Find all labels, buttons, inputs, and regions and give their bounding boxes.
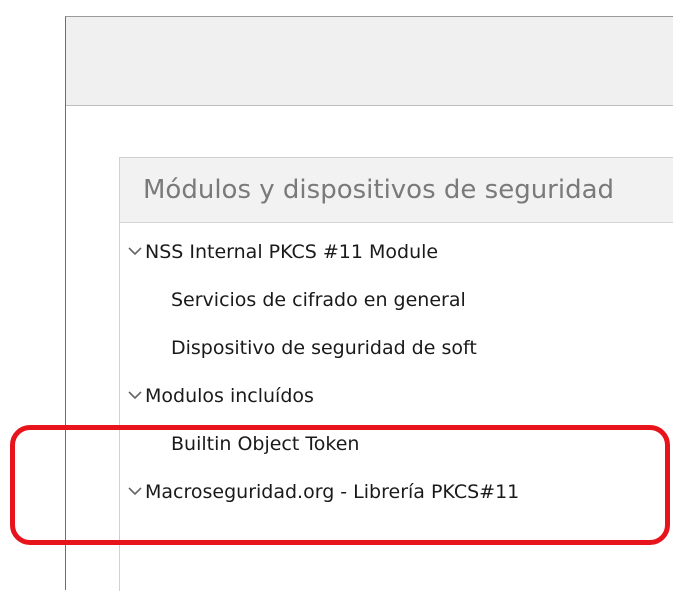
chevron-down-icon[interactable] [126,386,144,404]
tree-item-label: Modulos incluídos [145,385,314,407]
chevron-down-icon[interactable] [126,482,144,500]
tree-item-software-security-device[interactable]: Dispositivo de seguridad de soft [171,324,477,372]
tree-item-label: Builtin Object Token [171,433,360,455]
tree-item-crypto-services[interactable]: Servicios de cifrado en general [171,276,466,324]
tree-column-header[interactable]: Módulos y dispositivos de seguridad [120,158,673,223]
chevron-down-icon[interactable] [126,242,144,260]
tree-item-label: NSS Internal PKCS #11 Module [145,241,439,263]
tree-item-nss-internal-module[interactable]: NSS Internal PKCS #11 Module [126,228,438,276]
tree-item-label: Servicios de cifrado en general [171,289,466,311]
window-toolbar [66,17,673,106]
tree-item-label: Macroseguridad.org - Librería PKCS#11 [145,481,520,503]
tree-item-builtin-modules[interactable]: Modulos incluídos [126,372,314,420]
security-modules-tree[interactable]: Módulos y dispositivos de seguridad NSS … [119,157,673,591]
tree-item-macroseguridad-pkcs11[interactable]: Macroseguridad.org - Librería PKCS#11 [126,468,519,516]
device-manager-window: Módulos y dispositivos de seguridad NSS … [65,16,673,591]
tree-item-label: Dispositivo de seguridad de soft [171,337,477,359]
tree-item-builtin-object-token[interactable]: Builtin Object Token [171,420,359,468]
